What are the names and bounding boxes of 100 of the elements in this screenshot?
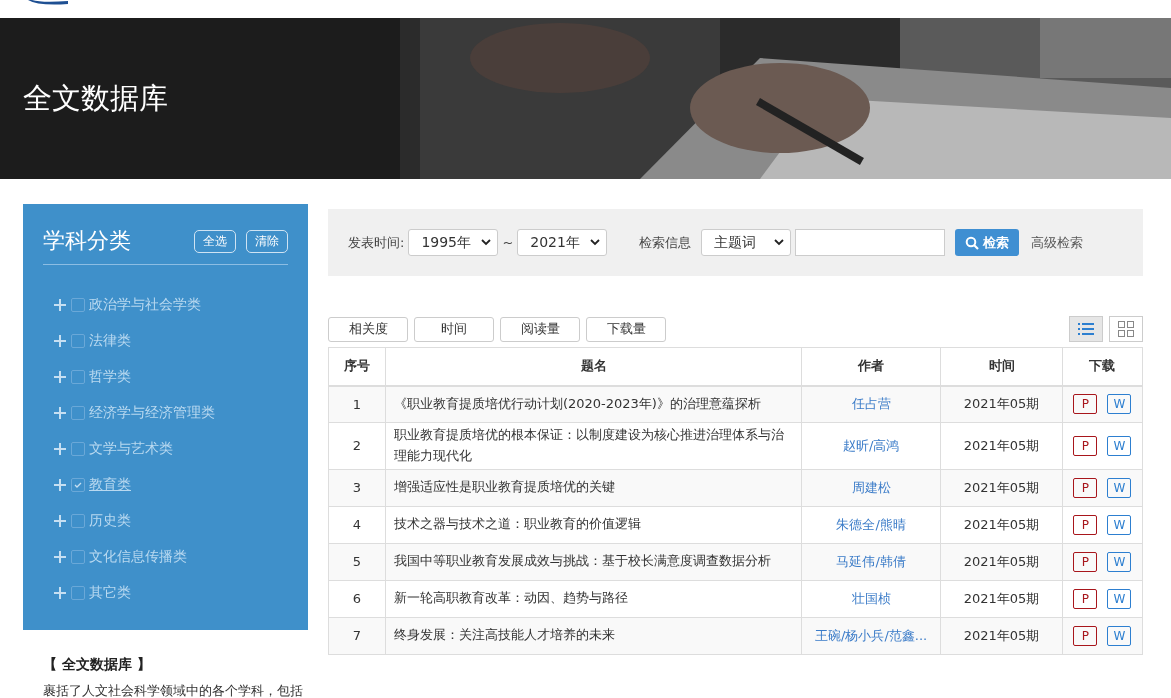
pdf-download-button[interactable]: P [1073, 514, 1098, 535]
field-select[interactable]: 主题词 [701, 229, 792, 256]
sort-button[interactable]: 阅读量 [500, 316, 580, 342]
article-title[interactable]: 技术之器与技术之道：职业教育的价值逻辑 [385, 506, 802, 544]
pdf-download-button[interactable]: P [1073, 551, 1098, 572]
plus-icon[interactable] [53, 334, 67, 348]
sort-button[interactable]: 相关度 [328, 316, 408, 342]
grid-view-button[interactable] [1109, 316, 1143, 342]
table-cell: 2021年05期 [940, 469, 1063, 507]
table-cell: 3 [328, 469, 386, 507]
category-label[interactable]: 文化信息传播类 [89, 548, 187, 566]
check-icon [73, 480, 83, 490]
pdf-download-button[interactable]: P [1073, 588, 1098, 609]
article-title[interactable]: 新一轮高职教育改革：动因、趋势与路径 [385, 580, 802, 618]
plus-icon[interactable] [53, 550, 67, 564]
article-title[interactable]: 职业教育提质培优的根本保证：以制度建设为核心推进治理体系与治理能力现代化 [385, 422, 802, 470]
pdf-download-button[interactable]: P [1073, 477, 1098, 498]
author-link[interactable]: 朱德全/熊晴 [801, 506, 941, 544]
category-label[interactable]: 法律类 [89, 332, 131, 350]
table-cell: 6 [328, 580, 386, 618]
checkbox[interactable] [71, 298, 85, 312]
checkbox[interactable] [71, 550, 85, 564]
search-button[interactable]: 检索 [955, 229, 1020, 256]
category-label[interactable]: 其它类 [89, 584, 131, 602]
advanced-search-link[interactable]: 高级检索 [1031, 233, 1084, 252]
checkbox[interactable] [71, 442, 85, 456]
plus-icon[interactable] [53, 298, 67, 312]
plus-icon[interactable] [53, 370, 67, 384]
category-label[interactable]: 教育类 [89, 476, 131, 494]
category-label[interactable]: 历史类 [89, 512, 131, 530]
table-cell: 2021年05期 [940, 617, 1063, 655]
range-separator: ~ [502, 235, 514, 250]
word-download-button[interactable]: W [1107, 514, 1132, 535]
checkbox[interactable] [71, 370, 85, 384]
word-download-button[interactable]: W [1107, 551, 1132, 572]
logo-icon [28, 0, 68, 6]
plus-icon[interactable] [53, 478, 67, 492]
word-download-button[interactable]: W [1107, 625, 1132, 646]
sidebar-title: 学科分类 [43, 227, 132, 255]
category-label[interactable]: 哲学类 [89, 368, 131, 386]
author-link[interactable]: 王碗/杨小兵/范鑫... [801, 617, 941, 655]
checkbox[interactable] [71, 514, 85, 528]
pdf-download-button[interactable]: P [1073, 435, 1098, 456]
chevron-icon [590, 239, 601, 246]
article-title[interactable]: 我国中等职业教育发展成效与挑战：基于校长满意度调查数据分析 [385, 543, 802, 581]
author-link[interactable]: 马延伟/韩倩 [801, 543, 941, 581]
pdf-download-button[interactable]: P [1073, 625, 1098, 646]
checkbox[interactable] [71, 334, 85, 348]
list-view-button[interactable] [1069, 316, 1103, 342]
chevron-icon [774, 239, 785, 246]
page-title: 全文数据库 [23, 79, 168, 117]
year-select[interactable]: 2021年 [517, 229, 608, 256]
column-header: 题名 [385, 347, 802, 386]
plus-icon[interactable] [53, 586, 67, 600]
about-text: 裹括了人文社会科学领域中的各个学科，包括 [43, 682, 304, 698]
table-cell: 2021年05期 [940, 543, 1063, 581]
category-label[interactable]: 经济学与经济管理类 [89, 404, 215, 422]
select-all-button[interactable]: 全选 [194, 229, 236, 253]
date-label: 发表时间: [348, 233, 405, 252]
search-label: 检索信息 [639, 233, 692, 252]
column-header: 作者 [801, 347, 941, 386]
article-title[interactable]: 终身发展：关注高技能人才培养的未来 [385, 617, 802, 655]
about-title: 【 全文数据库 】 [43, 656, 152, 674]
author-link[interactable]: 任占营 [801, 385, 941, 423]
year-select[interactable]: 1995年 [408, 229, 499, 256]
chevron-icon [481, 239, 492, 246]
table-cell: 7 [328, 617, 386, 655]
checkbox[interactable] [71, 406, 85, 420]
author-link[interactable]: 周建松 [801, 469, 941, 507]
author-link[interactable]: 壮国桢 [801, 580, 941, 618]
plus-icon[interactable] [53, 442, 67, 456]
table-cell: 2 [328, 422, 386, 470]
word-download-button[interactable]: W [1107, 435, 1132, 456]
table-cell: 2021年05期 [940, 385, 1063, 423]
clear-button[interactable]: 清除 [246, 229, 288, 253]
table-cell: 2021年05期 [940, 422, 1063, 470]
checkbox[interactable] [71, 478, 85, 492]
search-field[interactable] [795, 229, 946, 256]
author-link[interactable]: 赵昕/高鸿 [801, 422, 941, 470]
category-label[interactable]: 政治学与社会学类 [89, 296, 201, 314]
search-icon [965, 235, 980, 250]
pdf-download-button[interactable]: P [1073, 394, 1098, 415]
list-icon [1078, 322, 1094, 336]
article-title[interactable]: 增强适应性是职业教育提质培优的关键 [385, 469, 802, 507]
column-header: 时间 [940, 347, 1063, 386]
article-title[interactable]: 《职业教育提质培优行动计划(2020-2023年)》的治理意蕴探析 [385, 385, 802, 423]
table-cell: 2021年05期 [940, 506, 1063, 544]
word-download-button[interactable]: W [1107, 477, 1132, 498]
plus-icon[interactable] [53, 406, 67, 420]
checkbox[interactable] [71, 586, 85, 600]
word-download-button[interactable]: W [1107, 588, 1132, 609]
sort-button[interactable]: 时间 [414, 316, 494, 342]
grid-icon [1118, 321, 1134, 337]
category-label[interactable]: 文学与艺术类 [89, 440, 173, 458]
sort-button[interactable]: 下载量 [586, 316, 666, 342]
table-cell: 2021年05期 [940, 580, 1063, 618]
table-cell: 1 [328, 385, 386, 423]
table-cell: 4 [328, 506, 386, 544]
word-download-button[interactable]: W [1107, 394, 1132, 415]
plus-icon[interactable] [53, 514, 67, 528]
